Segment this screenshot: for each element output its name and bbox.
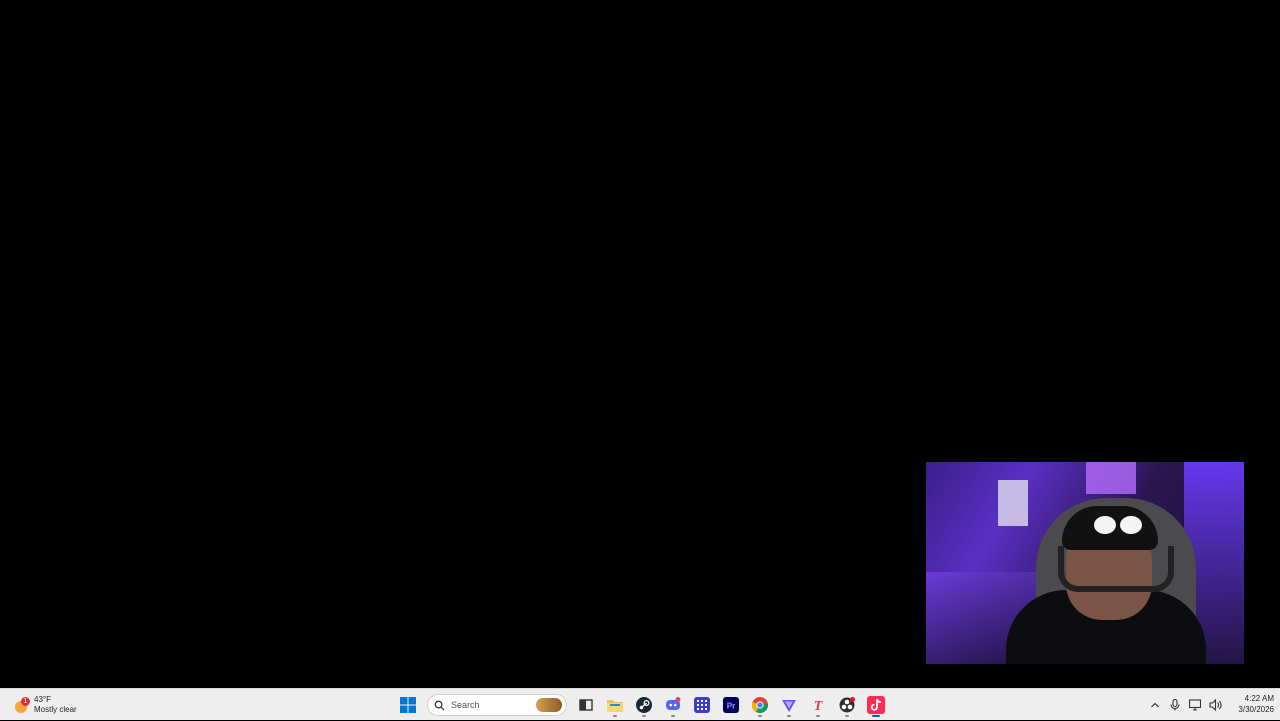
webcam-room-light (1086, 462, 1136, 494)
file-explorer-button[interactable] (603, 692, 627, 718)
chrome-button[interactable] (748, 692, 772, 718)
chevron-up-icon (1151, 702, 1159, 708)
app-grid-button[interactable] (690, 692, 714, 718)
svg-text:Pr: Pr (727, 702, 735, 711)
steam-button[interactable] (632, 692, 656, 718)
network-button[interactable] (1188, 698, 1202, 712)
weather-sun-icon: 1 (14, 697, 30, 713)
webcam-room-door (998, 480, 1028, 526)
triangle-app-icon (782, 700, 796, 712)
tiktok-icon (867, 696, 885, 714)
webcam-headphones (1058, 546, 1174, 592)
weather-widget[interactable]: 1 43°F Mostly clear (14, 691, 77, 719)
search-icon (434, 700, 445, 711)
folder-icon (607, 700, 623, 712)
search-highlight-icon (536, 698, 562, 712)
start-button[interactable] (396, 692, 420, 718)
volume-icon (1208, 699, 1222, 711)
windows-start-icon (400, 697, 416, 713)
task-view-button[interactable] (574, 692, 598, 718)
obs-icon (839, 697, 855, 713)
discord-button[interactable] (661, 692, 685, 718)
task-view-icon (579, 699, 593, 711)
search-placeholder: Search (451, 700, 480, 710)
volume-button[interactable] (1208, 698, 1222, 712)
search-box[interactable]: Search (427, 694, 567, 716)
beanie-eye-left (1094, 516, 1116, 534)
clock-date: 3/30/2026 (1238, 705, 1274, 714)
premiere-pro-icon: Pr (723, 697, 739, 713)
t-letter-icon: T (814, 699, 824, 713)
show-hidden-icons-button[interactable] (1148, 698, 1162, 712)
microphone-icon (1170, 699, 1180, 711)
svg-text:T: T (814, 699, 824, 713)
clock-button[interactable]: 4:22 AM 3/30/2026 (1226, 693, 1274, 715)
chrome-icon (752, 697, 768, 713)
weather-temperature: 43°F (34, 695, 51, 704)
steam-icon (636, 697, 652, 713)
premiere-pro-button[interactable]: Pr (719, 692, 743, 718)
grid-app-icon (694, 697, 710, 713)
network-icon (1189, 699, 1201, 711)
webcam-overlay (926, 462, 1244, 664)
taskbar-apps: Search Pr T (396, 689, 888, 721)
beanie-eye-right (1120, 516, 1142, 534)
weather-condition: Mostly clear (34, 705, 77, 714)
notification-badge: 1 (21, 697, 30, 706)
tiktok-button[interactable] (864, 692, 888, 718)
text-app-button[interactable]: T (806, 692, 830, 718)
taskbar: 1 43°F Mostly clear Search Pr T 4:22 AM … (0, 688, 1280, 720)
obs-button[interactable] (835, 692, 859, 718)
clock-time: 4:22 AM (1244, 694, 1274, 703)
microphone-button[interactable] (1168, 698, 1182, 712)
vpn-button[interactable] (777, 692, 801, 718)
system-tray (1148, 689, 1222, 721)
discord-icon (666, 697, 681, 710)
